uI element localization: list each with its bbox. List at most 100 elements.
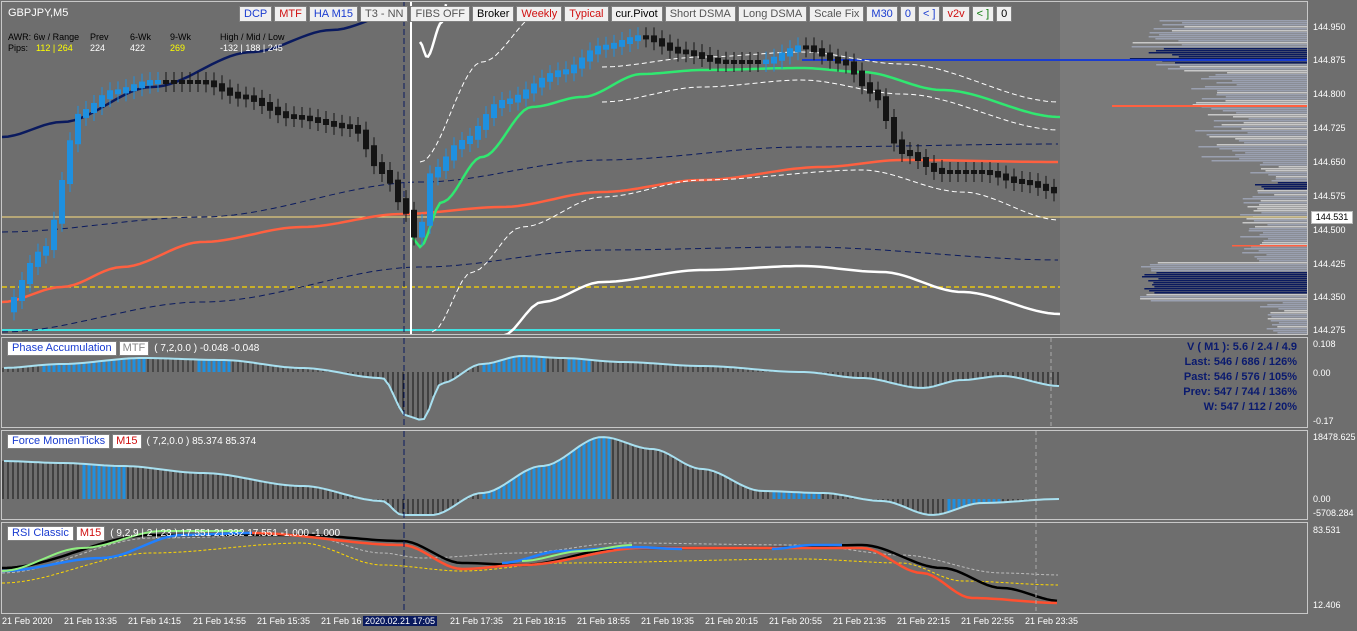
candle-body: [251, 95, 257, 102]
candle-body: [475, 125, 481, 140]
phase-bar: [402, 372, 404, 415]
force-momenticks-tf[interactable]: M15: [112, 434, 142, 449]
volume-profile-bar: [1248, 230, 1307, 232]
toolbar-button-v2v[interactable]: v2v: [942, 6, 970, 22]
candle-body: [267, 102, 273, 111]
phase-accumulation-name[interactable]: Phase Accumulation: [7, 341, 117, 356]
volume-profile-bar: [1146, 294, 1307, 296]
toolbar-button-broker[interactable]: Broker: [471, 6, 515, 22]
volume-profile-bar: [1239, 158, 1307, 160]
candle-body: [579, 57, 585, 69]
candle-body: [563, 69, 569, 75]
candle-body: [451, 145, 457, 161]
candle-body: [923, 157, 929, 167]
toolbar-button-long-dsma[interactable]: Long DSMA: [737, 6, 808, 22]
candle-body: [939, 167, 945, 174]
volume-profile-bar: [1240, 236, 1307, 238]
volume-profile-bar: [1148, 52, 1307, 54]
force-bar: [97, 465, 101, 499]
toolbar-button-0[interactable]: 0: [996, 6, 1013, 22]
candle-body: [763, 59, 769, 64]
phase-accumulation-tf[interactable]: MTF: [118, 341, 150, 356]
force-bar: [662, 451, 664, 499]
toolbar-button-0[interactable]: 0: [899, 6, 916, 22]
rsi-classic-name[interactable]: RSI Classic: [7, 526, 74, 541]
phase-bar: [1042, 372, 1044, 385]
toolbar-button-btn16[interactable]: < ]: [971, 6, 995, 22]
phase-bar: [627, 362, 629, 372]
toolbar-button-mtf[interactable]: MTF: [274, 6, 307, 22]
volume-profile-bar: [1191, 88, 1307, 90]
volume-profile-bar: [1167, 68, 1307, 70]
toolbar-button-m30[interactable]: M30: [866, 6, 898, 22]
toolbar-button-t3-nn[interactable]: T3 - NN: [359, 6, 409, 22]
phase-bar: [117, 359, 121, 372]
candle-body: [643, 35, 649, 40]
time-axis[interactable]: 21 Feb 2020 21 Feb 13:35 21 Feb 14:15 21…: [0, 614, 1357, 631]
force-bar: [647, 448, 649, 499]
phase-bar: [517, 356, 521, 372]
volume-profile-bar: [1172, 54, 1307, 56]
time-label: 21 Feb 16: [321, 616, 362, 626]
rsi-classic-pane[interactable]: RSI Classic M15 ( 9,2,9 | 2 | 23 ) 17.55…: [1, 522, 1308, 614]
price-axis[interactable]: 144.950 144.875 144.800 144.725 144.650 …: [1309, 0, 1357, 614]
force-bar: [72, 463, 74, 499]
force-bar: [207, 473, 209, 499]
volume-profile-bar: [1275, 176, 1307, 178]
force-bar: [772, 491, 776, 499]
toolbar-button-fibs-off[interactable]: FIBS OFF: [410, 6, 470, 22]
candle-body: [11, 297, 17, 313]
price-pane[interactable]: GBPJPY,M5 DCP MTF HA M15 T3 - NN FIBS OFF Bro…: [1, 1, 1308, 335]
rsi-classic-tf[interactable]: M15: [75, 526, 106, 541]
phase-bar: [902, 372, 904, 386]
candle-body: [171, 80, 177, 84]
phase-bar: [57, 364, 61, 372]
force-bar: [227, 475, 229, 499]
candle-body: [259, 97, 265, 107]
phase-accumulation-pane[interactable]: Phase Accumulation MTF ( 7,2,0.0 ) -0.04…: [1, 337, 1308, 428]
volume-profile-bar: [1253, 220, 1307, 222]
toolbar-button-cur-pivot[interactable]: cur.Pivot: [610, 6, 663, 22]
toolbar-button-btn14[interactable]: < ]: [917, 6, 941, 22]
candle-body: [883, 96, 889, 122]
candle-body: [59, 180, 65, 224]
toolbar-button-short-dsma[interactable]: Short DSMA: [664, 6, 736, 22]
force-bar: [757, 490, 759, 499]
force-bar: [272, 483, 274, 499]
phase-accumulation-params: ( 7,2,0.0 ) -0.048 -0.048: [154, 343, 260, 354]
volume-profile-bar: [1248, 118, 1307, 120]
volume-profile-bar: [1232, 116, 1307, 118]
force-bar: [87, 464, 91, 499]
toolbar-button-scale-fix[interactable]: Scale Fix: [809, 6, 865, 22]
volume-profile-bar: [1149, 264, 1307, 266]
force-bar: [717, 473, 719, 499]
phase-bar: [482, 363, 486, 372]
force-momenticks-label: Force MomenTicks M15 ( 7,2,0.0 ) 85.374 …: [7, 434, 256, 449]
force-bar: [437, 499, 439, 514]
candle-body: [19, 280, 25, 302]
volume-profile-bar: [1181, 44, 1307, 46]
force-bar: [292, 485, 294, 499]
candle-body: [851, 61, 857, 75]
stats-header-9wk: 9-Wk: [170, 32, 191, 42]
stats-pips-range: 112 | 264: [36, 43, 73, 53]
toolbar-button-ha-m15[interactable]: HA M15: [308, 6, 358, 22]
phase-axis-tick: 0.108: [1313, 339, 1336, 349]
force-momenticks-name[interactable]: Force MomenTicks: [7, 434, 111, 449]
force-bar: [687, 465, 689, 499]
volume-profile-bar: [1270, 312, 1307, 314]
force-momenticks-pane[interactable]: Force MomenTicks M15 ( 7,2,0.0 ) 85.374 …: [1, 430, 1308, 520]
volume-profile-bar: [1253, 210, 1307, 212]
toolbar-button-typical[interactable]: Typical: [564, 6, 609, 22]
phase-bar: [937, 372, 939, 385]
candle-body: [523, 89, 529, 99]
force-bar: [922, 499, 924, 515]
force-bar: [707, 469, 709, 499]
toolbar-button-weekly[interactable]: Weekly: [516, 6, 563, 22]
force-bar: [442, 499, 444, 512]
force-bar: [147, 467, 149, 499]
volume-profile-bar: [1249, 228, 1307, 230]
candle-body: [699, 52, 705, 59]
volume-profile-bar: [1254, 226, 1307, 228]
toolbar-button-dcp[interactable]: DCP: [239, 6, 273, 22]
